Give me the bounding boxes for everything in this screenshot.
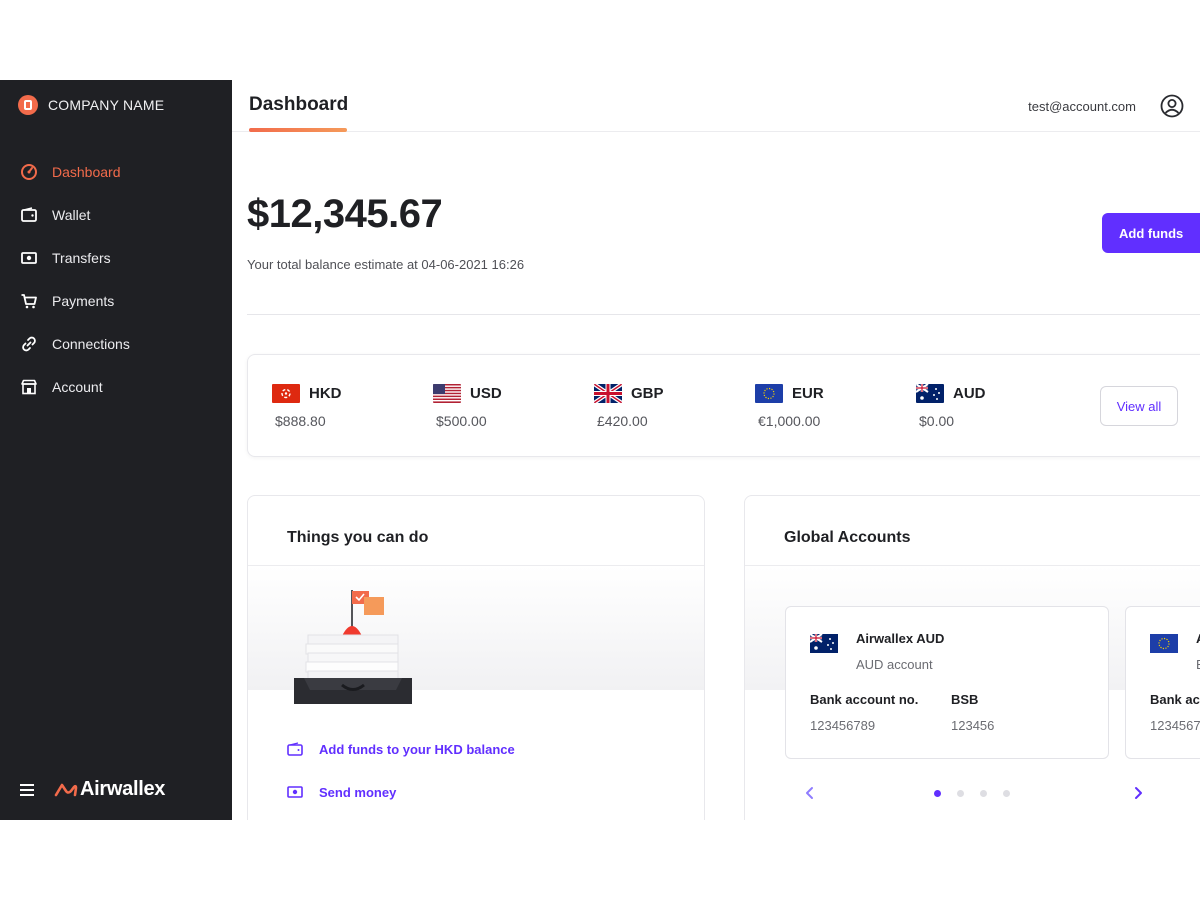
account-name: A	[1196, 631, 1200, 646]
sidebar-item-label: Account	[52, 378, 103, 395]
currency-code: HKD	[309, 384, 342, 402]
sidebar-item-label: Payments	[52, 292, 115, 309]
transfers-icon	[20, 249, 38, 267]
global-accounts-card: Global Accounts Airwallex AUD AUD accoun…	[744, 495, 1200, 820]
carousel-dot[interactable]	[934, 790, 941, 797]
chevron-right-icon[interactable]	[1131, 786, 1145, 800]
bsb-label: BSB	[951, 692, 979, 707]
cart-icon	[20, 292, 38, 310]
bank-account-value: 123456789	[810, 718, 876, 733]
currency-amount: $0.00	[919, 413, 955, 429]
card-title: Things you can do	[287, 529, 429, 546]
global-account-card-eur[interactable]: A E Bank acc 1234567	[1125, 606, 1200, 759]
menu-icon[interactable]	[20, 783, 34, 796]
sidebar-item-payments[interactable]: Payments	[0, 279, 232, 322]
bank-account-label: Bank acc	[1150, 692, 1200, 707]
sidebar: COMPANY NAME Dashboard Wallet Transfers	[0, 80, 232, 820]
us-flag-icon	[433, 383, 461, 403]
account-subtitle: E	[1196, 657, 1200, 672]
bank-account-value: 1234567	[1150, 718, 1200, 733]
carousel-pagination	[934, 790, 1026, 797]
sidebar-item-transfers[interactable]: Transfers	[0, 236, 232, 279]
view-all-button[interactable]: View all	[1100, 386, 1178, 426]
bank-account-label: Bank account no.	[810, 692, 919, 707]
card-title: Global Accounts	[784, 529, 911, 546]
page-title: Dashboard	[249, 94, 349, 115]
eu-flag-icon	[1150, 634, 1178, 653]
money-icon	[286, 784, 304, 800]
add-funds-button[interactable]: Add funds	[1102, 213, 1200, 253]
send-money-action[interactable]: Send money	[286, 784, 396, 800]
add-funds-hkd-action[interactable]: Add funds to your HKD balance	[286, 741, 515, 757]
carousel-dot[interactable]	[957, 790, 964, 797]
bsb-value: 123456	[951, 718, 995, 733]
currency-item-gbp[interactable]: GBP £420.00	[594, 382, 734, 429]
wallet-icon	[20, 206, 38, 224]
section-divider	[247, 314, 1200, 315]
currency-code: AUD	[953, 384, 986, 402]
active-tab-indicator	[249, 128, 347, 132]
company-switcher[interactable]: COMPANY NAME	[18, 94, 164, 116]
inbox-flag-illustration	[294, 590, 412, 704]
sidebar-item-wallet[interactable]: Wallet	[0, 193, 232, 236]
gb-flag-icon	[594, 383, 622, 403]
store-icon	[20, 378, 38, 396]
airwallex-logo-icon	[54, 783, 78, 796]
sidebar-nav: Dashboard Wallet Transfers Payments Conn…	[0, 150, 232, 408]
action-label: Add funds to your HKD balance	[319, 741, 515, 757]
things-you-can-do-card: Things you can do Add funds to your HKD …	[247, 495, 705, 820]
currency-code: EUR	[792, 384, 824, 402]
company-logo-icon	[18, 95, 38, 115]
currency-item-aud[interactable]: AUD $0.00	[916, 382, 1056, 429]
currency-code: USD	[470, 384, 502, 402]
currency-amount: $500.00	[436, 413, 487, 429]
carousel-dot[interactable]	[1003, 790, 1010, 797]
brand-name: Airwallex	[80, 778, 166, 800]
account-name: Airwallex AUD	[856, 631, 945, 646]
currency-balances: HKD $888.80 USD $500.00 GBP £420.00 EUR …	[247, 354, 1200, 457]
link-icon	[20, 335, 38, 353]
sidebar-item-account[interactable]: Account	[0, 365, 232, 408]
currency-code: GBP	[631, 384, 664, 402]
total-balance: $12,345.67	[247, 192, 443, 236]
sidebar-item-dashboard[interactable]: Dashboard	[0, 150, 232, 193]
balance-note: Your total balance estimate at 04-06-202…	[247, 257, 525, 272]
chevron-left-icon[interactable]	[803, 786, 817, 800]
sidebar-item-connections[interactable]: Connections	[0, 322, 232, 365]
action-label: Send money	[319, 784, 397, 800]
currency-amount: €1,000.00	[758, 413, 821, 429]
company-name: COMPANY NAME	[48, 97, 165, 113]
global-account-card-aud[interactable]: Airwallex AUD AUD account Bank account n…	[785, 606, 1109, 759]
user-email: test@account.com	[1028, 99, 1136, 114]
sidebar-item-label: Connections	[52, 335, 130, 352]
top-header: Dashboard test@account.com	[232, 80, 1200, 132]
hk-flag-icon	[272, 383, 300, 403]
carousel-dot[interactable]	[980, 790, 987, 797]
sidebar-item-label: Wallet	[52, 206, 91, 223]
sidebar-item-label: Dashboard	[52, 163, 121, 180]
eu-flag-icon	[755, 383, 783, 403]
dashboard-icon	[20, 163, 38, 181]
currency-amount: £420.00	[597, 413, 648, 429]
au-flag-icon	[916, 383, 944, 403]
app-window: COMPANY NAME Dashboard Wallet Transfers	[0, 80, 1200, 820]
currency-amount: $888.80	[275, 413, 326, 429]
au-flag-icon	[810, 634, 838, 653]
sidebar-footer: Airwallex	[20, 778, 165, 801]
airwallex-logo: Airwallex	[54, 778, 165, 801]
account-subtitle: AUD account	[856, 657, 933, 672]
currency-item-usd[interactable]: USD $500.00	[433, 382, 573, 429]
user-avatar-icon[interactable]	[1160, 94, 1184, 118]
sidebar-item-label: Transfers	[52, 249, 111, 266]
currency-item-eur[interactable]: EUR €1,000.00	[755, 382, 895, 429]
wallet-icon	[286, 741, 304, 757]
currency-item-hkd[interactable]: HKD $888.80	[272, 382, 412, 429]
